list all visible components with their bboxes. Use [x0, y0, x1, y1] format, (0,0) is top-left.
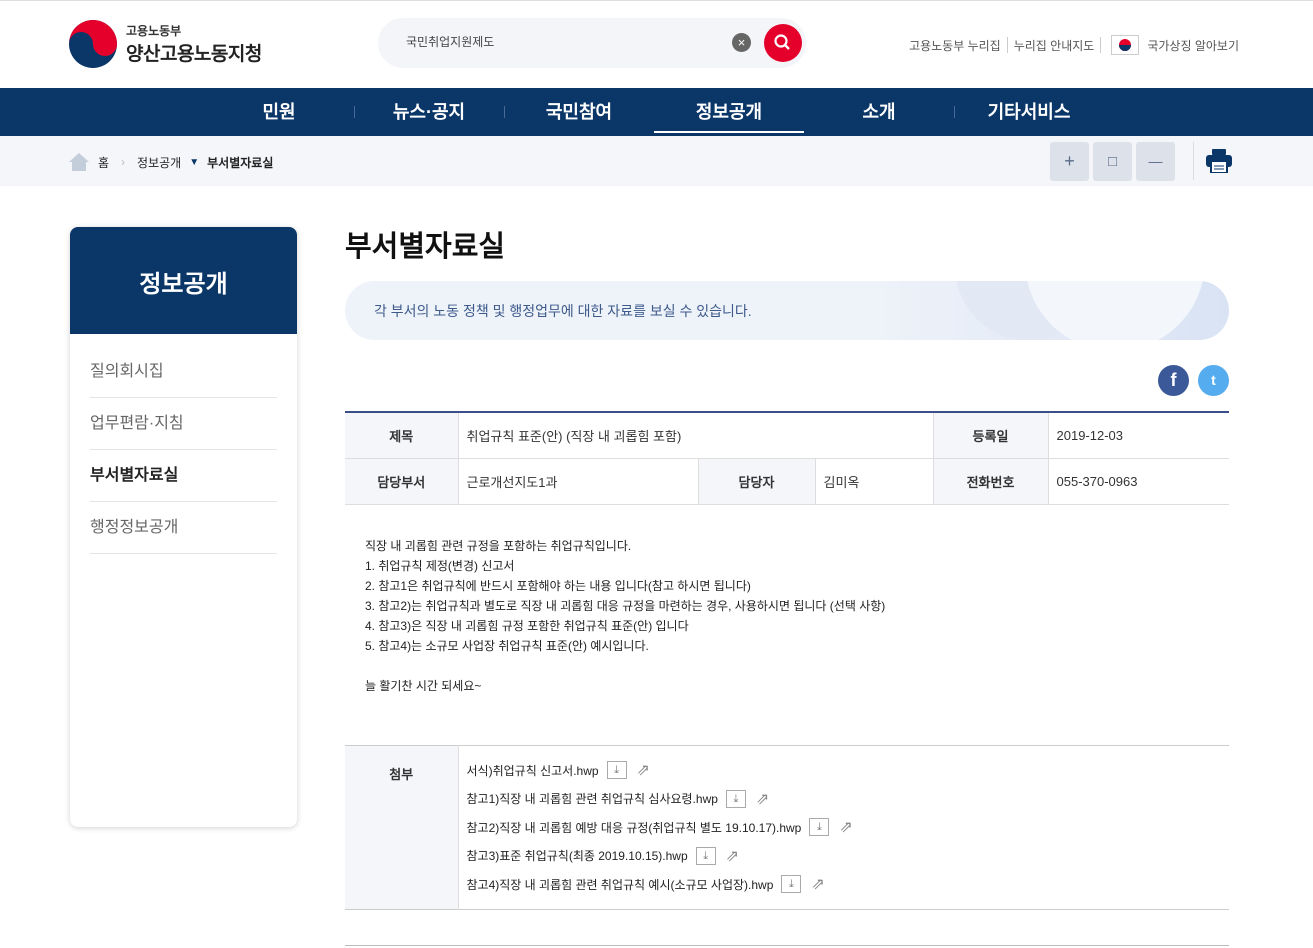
nav-about[interactable]: 소개: [804, 88, 954, 136]
sidebar-item-admin-info[interactable]: 행정정보공개: [90, 502, 277, 554]
body-line: 4. 참고3)은 직장 내 괴롭힘 규정 포함한 취업규칙 표준(안) 입니다: [365, 619, 689, 633]
breadcrumb-current: 부서별자료실: [207, 155, 274, 170]
banner-text: 각 부서의 노동 정책 및 행정업무에 대한 자료를 보실 수 있습니다.: [374, 303, 752, 319]
title-label: 제목: [345, 412, 459, 459]
table-row: 제목 취업규칙 표준(안) (직장 내 괴롭힘 포함) 등록일 2019-12-…: [345, 412, 1229, 459]
attachment-item: 서식)취업규칙 신고서.hwp ⤓ ⇗: [467, 756, 1222, 785]
search-button[interactable]: [764, 24, 802, 62]
person-label: 담당자: [698, 458, 816, 505]
preview-icon[interactable]: ⇗: [726, 846, 739, 866]
facebook-share-icon[interactable]: f: [1158, 365, 1189, 396]
nav-other-services[interactable]: 기타서비스: [954, 88, 1104, 136]
sidebar-item-dept-archive[interactable]: 부서별자료실: [90, 450, 277, 502]
divider: [345, 945, 1229, 946]
attachment-link[interactable]: 참고4)직장 내 괴롭힘 관련 취업규칙 예시(소규모 사업장).hwp: [467, 876, 774, 893]
download-icon[interactable]: ⤓: [809, 818, 830, 837]
post-date: 2019-12-03: [1048, 412, 1229, 459]
preview-icon[interactable]: ⇗: [839, 817, 852, 837]
download-icon[interactable]: ⤓: [695, 846, 716, 865]
zoom-out-button[interactable]: —: [1136, 142, 1175, 181]
sidebar-item-inquiries[interactable]: 질의회시집: [90, 346, 277, 398]
phone-label: 전화번호: [933, 458, 1049, 505]
search-input[interactable]: [406, 34, 706, 48]
preview-icon[interactable]: ⇗: [637, 760, 650, 780]
attachment-link[interactable]: 참고1)직장 내 괴롭힘 관련 취업규칙 심사요령.hwp: [467, 790, 718, 807]
page-title: 부서별자료실: [345, 231, 506, 263]
breadcrumb-bar: 홈 › 정보공개 ▼ 부서별자료실 + □ —: [0, 136, 1313, 186]
body-line: [365, 656, 885, 676]
print-icon[interactable]: [1206, 149, 1232, 173]
org-name: 양산고용노동지청: [126, 44, 262, 65]
download-icon[interactable]: ⤓: [781, 875, 802, 894]
download-icon[interactable]: ⤓: [725, 789, 746, 808]
sidebar: 정보공개 질의회시집 업무편람·지침 부서별자료실 행정정보공개: [70, 227, 297, 827]
taeguk-logo-icon: [69, 20, 117, 68]
post-body: 직장 내 괴롭힘 관련 규정을 포함하는 취업규칙입니다. 1. 취업규칙 제정…: [365, 536, 885, 696]
dept-value: 근로개선지도1과: [458, 458, 699, 505]
breadcrumb-section[interactable]: 정보공개: [137, 154, 181, 171]
body-line: 3. 참고2)는 취업규칙과 별도로 직장 내 괴롭힘 대응 규정을 마련하는 …: [365, 599, 886, 613]
info-table: 제목 취업규칙 표준(안) (직장 내 괴롭힘 포함) 등록일 2019-12-…: [345, 411, 1229, 505]
nav-participation[interactable]: 국민참여: [504, 88, 654, 136]
post-title: 취업규칙 표준(안) (직장 내 괴롭힘 포함): [458, 412, 934, 459]
twitter-share-icon[interactable]: t: [1198, 365, 1229, 396]
util-link-home[interactable]: 고용노동부 누리집: [909, 37, 1001, 54]
nav-info-disclosure[interactable]: 정보공개: [654, 88, 804, 136]
attachment-link[interactable]: 참고2)직장 내 괴롭힘 예방 대응 규정(취업규칙 별도 19.10.17).…: [467, 819, 802, 836]
attachment-link[interactable]: 참고3)표준 취업규칙(최종 2019.10.15).hwp: [467, 847, 688, 864]
attachment-link[interactable]: 서식)취업규칙 신고서.hwp: [467, 762, 599, 779]
body-line: 늘 활기찬 시간 되세요~: [365, 679, 482, 693]
breadcrumb-home[interactable]: 홈: [98, 154, 109, 171]
search-box: ×: [378, 18, 806, 68]
person-value: 김미옥: [815, 458, 934, 505]
dropdown-arrow-icon[interactable]: ▼: [189, 157, 199, 168]
nav-news[interactable]: 뉴스·공지: [354, 88, 504, 136]
download-icon[interactable]: ⤓: [606, 761, 627, 780]
zoom-reset-button[interactable]: □: [1093, 142, 1132, 181]
main-nav: 민원 뉴스·공지 국민참여 정보공개 소개 기타서비스: [0, 88, 1313, 136]
home-icon[interactable]: [68, 152, 90, 172]
breadcrumb: 홈 › 정보공개 ▼ 부서별자료실: [68, 152, 273, 172]
attachment-item: 참고1)직장 내 괴롭힘 관련 취업규칙 심사요령.hwp ⤓ ⇗: [467, 785, 1222, 814]
body-line: 직장 내 괴롭힘 관련 규정을 포함하는 취업규칙입니다.: [365, 539, 632, 553]
zoom-in-button[interactable]: +: [1050, 142, 1089, 181]
sidebar-title: 정보공개: [70, 227, 297, 334]
attachments-table: 첨부 서식)취업규칙 신고서.hwp ⤓ ⇗ 참고1)직장 내 괴롭힘 관련 취업규…: [345, 745, 1229, 910]
body-line: 2. 참고1은 취업규칙에 반드시 포함해야 하는 내용 입니다(참고 하시면 …: [365, 579, 751, 593]
attachment-item: 참고2)직장 내 괴롭힘 예방 대응 규정(취업규칙 별도 19.10.17).…: [467, 813, 1222, 842]
attachments-label: 첨부: [345, 745, 459, 909]
attachment-item: 참고4)직장 내 괴롭힘 관련 취업규칙 예시(소규모 사업장).hwp ⤓ ⇗: [467, 870, 1222, 899]
body-line: 1. 취업규칙 제정(변경) 신고서: [365, 559, 515, 573]
attachment-item: 참고3)표준 취업규칙(최종 2019.10.15).hwp ⤓ ⇗: [467, 842, 1222, 871]
clear-icon[interactable]: ×: [732, 33, 751, 52]
nav-civil[interactable]: 민원: [204, 88, 354, 136]
preview-icon[interactable]: ⇗: [811, 874, 824, 894]
page-banner: 각 부서의 노동 정책 및 행정업무에 대한 자료를 보실 수 있습니다.: [345, 281, 1229, 340]
preview-icon[interactable]: ⇗: [756, 789, 769, 809]
table-row: 담당부서 근로개선지도1과 담당자 김미옥 전화번호 055-370-0963: [345, 458, 1229, 505]
chevron-right-icon: ›: [121, 155, 126, 169]
korea-flag-icon: [1111, 35, 1140, 55]
phone-value: 055-370-0963: [1048, 458, 1229, 505]
sidebar-item-manuals[interactable]: 업무편람·지침: [90, 398, 277, 450]
date-label: 등록일: [932, 412, 1049, 459]
body-line: 5. 참고4)는 소규모 사업장 취업규칙 표준(안) 예시입니다.: [365, 639, 649, 653]
util-link-sitemap[interactable]: 누리집 안내지도: [1014, 37, 1095, 54]
dept-label: 담당부서: [345, 458, 459, 505]
util-link-symbols[interactable]: 국가상징 알아보기: [1147, 37, 1239, 54]
org-sub: 고용노동부: [126, 24, 182, 38]
logo[interactable]: 고용노동부양산고용노동지청: [68, 19, 262, 69]
search-icon: [774, 34, 790, 50]
